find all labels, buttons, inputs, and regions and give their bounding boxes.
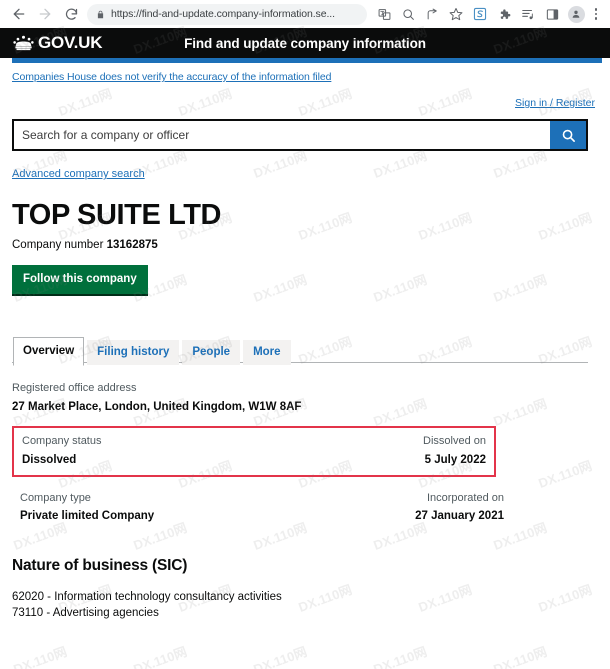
watermark-text: DX.110网 [251,643,309,669]
watermark-text: DX.110网 [371,643,429,669]
incorporated-on-label: Incorporated on [426,491,504,504]
three-dot-menu-icon[interactable] [588,2,604,26]
forward-button[interactable] [32,1,58,27]
page-content: Companies House does not verify the accu… [0,71,610,622]
watermark-text: DX.110网 [131,643,189,669]
advanced-company-search-link[interactable]: Advanced company search [12,168,145,180]
browser-tool-icons [372,2,604,26]
reload-button[interactable] [58,1,84,27]
tab-more[interactable]: More [243,340,291,365]
address-value: 27 Market Place, London, United Kingdom,… [12,400,302,413]
arrow-left-icon [13,8,25,20]
search-bar [12,119,588,151]
signin-row: Sign in / Register [12,97,598,109]
extension-s-icon[interactable] [468,2,492,26]
incorporated-on-value: 27 January 2021 [415,510,504,523]
lock-icon [96,9,105,20]
dissolved-on-value: 5 July 2022 [424,453,486,466]
company-type-row: Company type Private limited Company Inc… [20,490,504,526]
tab-filing-history[interactable]: Filing history [87,340,180,365]
company-type-col: Company type Private limited Company [20,490,154,526]
url-text: https://find-and-update.company-informat… [111,8,335,20]
company-status-label: Company status [22,435,102,448]
tab-overview[interactable]: Overview [13,337,85,366]
crown-icon [13,35,34,51]
govuk-logo[interactable]: GOV.UK [13,33,103,53]
reload-icon [65,8,77,20]
company-status-highlight-box: Company status Dissolved Dissolved on 5 … [12,426,496,477]
tabs: Overview Filing history People More [12,337,598,366]
follow-company-button[interactable]: Follow this company [12,265,148,295]
watermark-text: DX.110网 [11,643,69,669]
address-label: Registered office address [12,382,137,395]
translate-icon[interactable] [372,2,396,26]
status-badge: Dissolved [22,453,77,466]
company-status-col: Company status Dissolved [22,433,101,469]
accent-bar [12,58,602,63]
dissolved-on-label: Dissolved on [423,435,486,448]
side-panel-icon[interactable] [540,2,564,26]
search-input[interactable] [14,121,550,149]
address-bar[interactable]: https://find-and-update.company-informat… [87,3,367,25]
watermark-text: DX.110网 [491,643,549,669]
dissolved-on-col: Dissolved on 5 July 2022 [423,433,486,469]
company-number-value: 13162875 [106,239,158,252]
share-icon[interactable] [420,2,444,26]
browser-toolbar: https://find-and-update.company-informat… [0,0,610,28]
list-item: 73110 - Advertising agencies [12,607,159,620]
list-item: 62020 - Information technology consultan… [12,590,282,603]
zoom-search-icon[interactable] [396,2,420,26]
sic-list: 62020 - Information technology consultan… [12,589,598,622]
signin-register-link[interactable]: Sign in / Register [515,97,595,109]
company-type-block: Company type Private limited Company Inc… [12,490,512,526]
company-status-row: Company status Dissolved Dissolved on 5 … [22,433,486,469]
sic-heading: Nature of business (SIC) [12,556,188,574]
company-number-row: Company number 13162875 [12,239,598,251]
avatar [567,5,585,23]
accuracy-notice-link[interactable]: Companies House does not verify the accu… [12,71,598,83]
govuk-header: GOV.UK Find and update company informati… [0,28,610,58]
arrow-right-icon [39,8,51,20]
puzzle-extensions-icon[interactable] [492,2,516,26]
back-button[interactable] [6,1,32,27]
profile-avatar-icon[interactable] [564,2,588,26]
search-submit-button[interactable] [550,121,586,149]
registered-office-address-block: Registered office address 27 Market Plac… [12,380,598,416]
company-type-label: Company type [20,491,91,504]
incorporated-on-col: Incorporated on 27 January 2021 [415,490,504,526]
reading-list-icon[interactable] [516,2,540,26]
search-icon [562,129,575,142]
company-name: TOP SUITE LTD [12,199,222,231]
tab-people[interactable]: People [182,340,241,365]
bookmark-star-icon[interactable] [444,2,468,26]
tab-bar: Overview Filing history People More [12,337,598,366]
company-type-value: Private limited Company [20,510,155,523]
govuk-logo-text: GOV.UK [38,33,103,52]
company-number-label: Company number [12,239,104,252]
